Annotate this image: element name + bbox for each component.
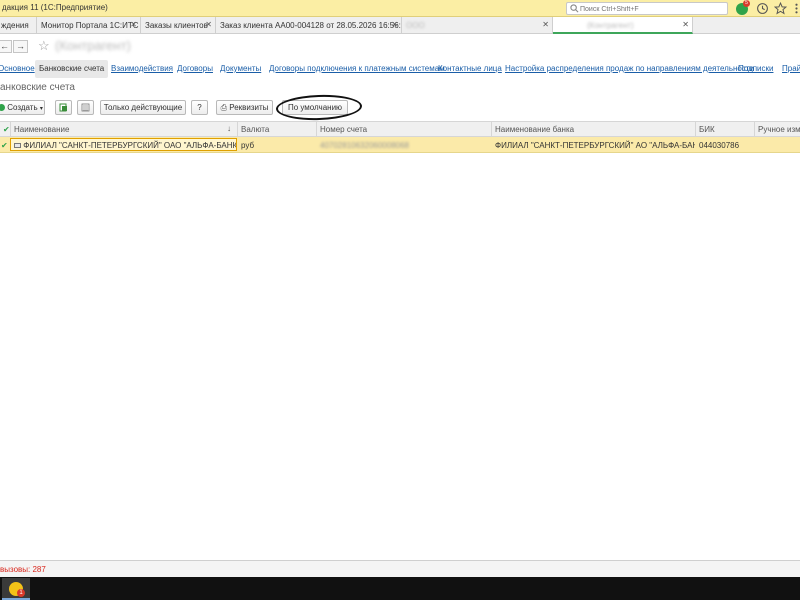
taskbar-app-1c[interactable]: 1: [2, 578, 30, 600]
cell-name[interactable]: ФИЛИАЛ "САНКТ-ПЕТЕРБУРГСКИЙ" ОАО "АЛЬФА-…: [10, 138, 237, 151]
section-documents[interactable]: Документы: [220, 64, 261, 73]
cell-bank-name: ФИЛИАЛ "САНКТ-ПЕТЕРБУРГСКИЙ" АО "АЛЬФА-Б…: [495, 141, 695, 150]
column-manual-change-label: Ручное изме: [758, 125, 800, 134]
tab-label: ООО: [406, 21, 425, 30]
open-tabs-bar: ждения Монитор Портала 1С:ИТС ✕ Заказы к…: [0, 17, 800, 34]
column-check[interactable]: ✔: [0, 122, 10, 137]
back-button[interactable]: ←: [0, 40, 12, 53]
tab-its-monitor[interactable]: Монитор Портала 1С:ИТС ✕: [37, 17, 141, 34]
notifications-button[interactable]: 5: [736, 0, 750, 15]
create-icon: [0, 104, 5, 111]
bank-account-icon: [14, 143, 21, 148]
section-subscriptions[interactable]: Подписки: [738, 64, 773, 73]
section-interactions[interactable]: Взаимодействия: [111, 64, 173, 73]
server-calls-status[interactable]: вызовы: 287: [0, 565, 46, 574]
close-icon[interactable]: ✕: [542, 20, 549, 29]
sort-arrow-icon: ↓: [227, 124, 231, 133]
set-default-button[interactable]: По умолчанию: [282, 100, 348, 115]
tab-client-order[interactable]: Заказ клиента АА00-004128 от 28.05.2026 …: [216, 17, 402, 34]
column-bank-name[interactable]: Наименование банка: [491, 122, 695, 137]
column-currency[interactable]: Валюта: [237, 122, 316, 137]
close-icon[interactable]: ✕: [391, 20, 398, 29]
column-currency-label: Валюта: [241, 125, 270, 134]
column-manual-change[interactable]: Ручное изме: [754, 122, 800, 137]
list-settings-button[interactable]: [77, 100, 94, 115]
title-bar: дакция 11 (1С:Предприятие) 5: [0, 0, 800, 17]
taskbar-badge: 1: [17, 589, 25, 597]
chevron-down-icon: ▾: [39, 106, 43, 112]
check-icon: ✔: [1, 141, 8, 150]
column-bik-label: БИК: [699, 125, 715, 134]
more-icon[interactable]: [790, 2, 800, 15]
close-icon[interactable]: ✕: [205, 20, 212, 29]
add-copy-button[interactable]: [55, 100, 72, 115]
form-sections-nav: Основное Банковские счета Взаимодействия…: [0, 60, 800, 78]
section-payment-contracts[interactable]: Договоры подключения к платежным система…: [269, 64, 445, 73]
column-bik[interactable]: БИК: [695, 122, 754, 137]
window-title: дакция 11 (1С:Предприятие): [2, 3, 108, 12]
cell-account-number-text: 40702810632060008068: [320, 141, 409, 150]
printer-icon: ⎙: [220, 103, 227, 112]
tab-client-orders[interactable]: Заказы клиентов ✕: [141, 17, 216, 34]
favorite-star-icon[interactable]: ☆: [38, 38, 50, 54]
form-title: (Контрагент): [55, 38, 131, 53]
back-icon: ←: [0, 41, 9, 51]
list-icon: [81, 103, 90, 112]
os-taskbar: 1: [0, 577, 800, 600]
section-main[interactable]: Основное: [0, 64, 35, 73]
column-account-number[interactable]: Номер счета: [316, 122, 491, 137]
column-name[interactable]: Наименование ↓: [10, 122, 237, 137]
tab-counterparty[interactable]: (Контрагент) ✕: [553, 17, 693, 34]
section-contracts[interactable]: Договоры: [177, 64, 213, 73]
cell-bik: 044030786: [699, 141, 740, 150]
tab-label: ждения: [1, 21, 29, 30]
section-contacts[interactable]: Контактные лица: [438, 64, 502, 73]
close-icon[interactable]: ✕: [130, 20, 137, 29]
notifications-badge: 5: [743, 0, 750, 7]
table-row[interactable]: ✔ ФИЛИАЛ "САНКТ-ПЕТЕРБУРГСКИЙ" ОАО "АЛЬФ…: [0, 137, 800, 153]
column-name-label: Наименование: [14, 125, 70, 134]
section-sales-distribution[interactable]: Настройка распределения продаж по направ…: [505, 64, 754, 73]
close-icon[interactable]: ✕: [682, 20, 689, 29]
tab-label: Заказы клиентов: [145, 21, 208, 30]
create-button[interactable]: Создать ▾: [0, 100, 45, 115]
add-copy-icon: [59, 103, 67, 112]
section-prices[interactable]: Прайс: [782, 64, 800, 73]
list-title: анковские счета: [0, 82, 75, 93]
status-bar: вызовы: 287: [0, 561, 800, 577]
global-search[interactable]: [566, 2, 728, 15]
column-bank-name-label: Наименование банка: [495, 125, 575, 134]
help-button[interactable]: ?: [191, 100, 208, 115]
row-check: ✔: [0, 137, 10, 152]
cell-name-text: ФИЛИАЛ "САНКТ-ПЕТЕРБУРГСКИЙ" ОАО "АЛЬФА-…: [23, 141, 237, 150]
forward-button[interactable]: →: [13, 40, 28, 53]
table-header: ✔ Наименование ↓ Валюта Номер счета Наим…: [0, 121, 800, 137]
tab-label: Монитор Портала 1С:ИТС: [41, 21, 139, 30]
search-input[interactable]: [580, 4, 726, 14]
tab-company[interactable]: ООО ✕: [402, 17, 553, 34]
forward-icon: →: [16, 41, 25, 51]
create-button-label: Создать: [7, 103, 38, 112]
section-bank-accounts[interactable]: Банковские счета: [35, 60, 109, 78]
cell-account-number: 40702810632060008068: [317, 137, 491, 152]
requisites-button-label: Реквизиты: [229, 103, 269, 112]
requisites-button[interactable]: ⎙ Реквизиты: [216, 100, 273, 115]
tab-notifications[interactable]: ждения: [0, 17, 37, 34]
tab-label: Заказ клиента АА00-004128 от 28.05.2026 …: [220, 21, 402, 30]
star-icon[interactable]: [774, 2, 787, 15]
cell-currency: руб: [241, 141, 255, 150]
column-account-number-label: Номер счета: [320, 125, 368, 134]
tab-label: (Контрагент): [587, 21, 634, 30]
search-icon: [570, 4, 579, 13]
only-active-button[interactable]: Только действующие: [100, 100, 186, 115]
history-icon[interactable]: [756, 2, 769, 15]
cell-manual-change: [755, 137, 800, 152]
check-icon: ✔: [3, 125, 10, 134]
